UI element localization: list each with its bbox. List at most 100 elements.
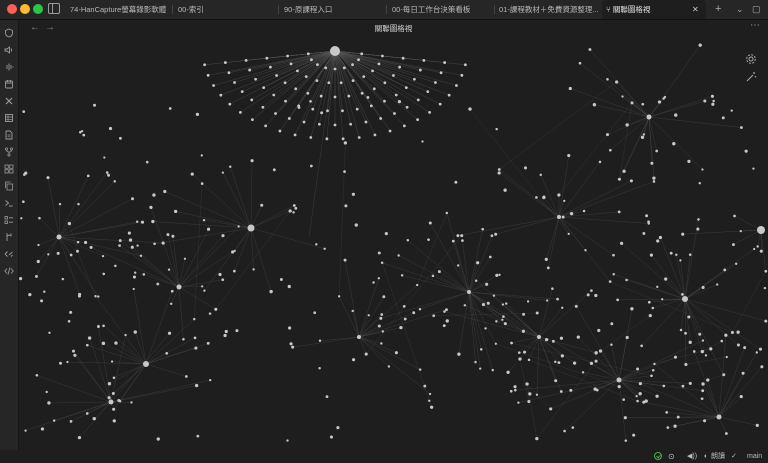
graph-node[interactable] (92, 416, 96, 421)
graph-node[interactable] (652, 176, 656, 180)
graph-node[interactable] (739, 229, 742, 233)
graph-node[interactable] (597, 328, 601, 333)
graph-node[interactable] (622, 398, 625, 401)
graph-node[interactable] (233, 81, 236, 84)
graph-node[interactable] (194, 346, 198, 350)
graph-node[interactable] (56, 234, 62, 240)
graph-settings-icon[interactable] (745, 52, 757, 64)
graph-node[interactable] (380, 342, 383, 345)
graph-node[interactable] (688, 253, 692, 256)
graph-node[interactable] (681, 293, 684, 296)
graph-node[interactable] (476, 261, 480, 265)
graph-node[interactable] (698, 332, 702, 336)
speaker-icon[interactable]: ◖ (703, 450, 707, 463)
graph-node[interactable] (664, 277, 668, 281)
sync-status-icon[interactable] (654, 452, 662, 460)
graph-node[interactable] (574, 304, 578, 308)
graph-node[interactable] (494, 232, 498, 236)
graph-node[interactable] (557, 215, 561, 219)
graph-node[interactable] (149, 205, 153, 210)
graph-node[interactable] (326, 109, 329, 113)
graph-node[interactable] (608, 280, 612, 283)
graph-node[interactable] (387, 365, 391, 368)
graph-node[interactable] (423, 384, 427, 388)
graph-node[interactable] (527, 400, 531, 404)
graph-node[interactable] (622, 169, 626, 173)
graph-node[interactable] (36, 259, 40, 264)
graph-node[interactable] (40, 299, 44, 303)
graph-node[interactable] (523, 166, 528, 170)
graph-node[interactable] (592, 103, 597, 107)
graph-node[interactable] (676, 415, 680, 419)
graph-node[interactable] (439, 71, 443, 75)
graph-node[interactable] (535, 311, 539, 315)
graph-node[interactable] (764, 269, 768, 273)
graph-node[interactable] (206, 227, 211, 231)
graph-node[interactable] (698, 182, 701, 185)
graph-node[interactable] (193, 336, 197, 340)
graph-node[interactable] (388, 129, 392, 133)
fork-icon[interactable] (3, 146, 15, 158)
graph-node[interactable] (554, 360, 557, 364)
graph-node[interactable] (190, 172, 194, 176)
graph-node[interactable] (479, 348, 483, 351)
graph-node[interactable] (620, 241, 624, 245)
graph-node[interactable] (397, 100, 402, 104)
graph-node[interactable] (733, 214, 736, 218)
graph-node[interactable] (351, 358, 356, 362)
graph-node[interactable] (743, 346, 747, 350)
graph-node[interactable] (688, 381, 692, 385)
graph-node[interactable] (701, 168, 704, 171)
graph-node[interactable] (24, 429, 27, 432)
graph-node[interactable] (560, 354, 564, 358)
graph-node[interactable] (517, 401, 520, 404)
graph-node[interactable] (152, 193, 156, 197)
graph-node[interactable] (755, 423, 759, 427)
graph-node[interactable] (551, 287, 554, 290)
tab-hancapture[interactable]: 74-HanCapture螢幕錄影軟體 (70, 0, 170, 19)
graph-node[interactable] (107, 382, 112, 386)
graph-node[interactable] (644, 399, 648, 403)
graph-node[interactable] (128, 238, 133, 242)
graph-node[interactable] (362, 75, 366, 79)
graph-node[interactable] (252, 268, 255, 271)
graph-node[interactable] (102, 324, 105, 328)
graph-node[interactable] (113, 180, 116, 183)
graph-node[interactable] (624, 439, 628, 442)
graph-node[interactable] (681, 232, 685, 236)
graph-node[interactable] (22, 110, 26, 114)
graph-node[interactable] (373, 133, 377, 137)
graph-node[interactable] (139, 254, 143, 258)
graph-node[interactable] (77, 436, 82, 440)
graph-node[interactable] (344, 204, 348, 208)
magic-wand-icon[interactable] (745, 70, 757, 82)
graph-node[interactable] (463, 304, 467, 307)
graph-node[interactable] (467, 290, 471, 294)
graph-node[interactable] (333, 67, 337, 71)
graph-node[interactable] (77, 294, 81, 298)
graph-node[interactable] (711, 102, 715, 106)
graph-node[interactable] (69, 253, 73, 257)
graph-node[interactable] (224, 329, 228, 334)
graph-node[interactable] (661, 298, 664, 301)
graph-node[interactable] (701, 339, 705, 342)
graph-node[interactable] (586, 293, 590, 297)
graph-node[interactable] (696, 227, 700, 231)
graph-node[interactable] (306, 52, 310, 56)
graph-node[interactable] (364, 120, 368, 124)
graph-node[interactable] (428, 392, 432, 396)
graph-node[interactable] (486, 301, 490, 305)
graph-node[interactable] (268, 65, 272, 69)
graph-node[interactable] (404, 86, 408, 89)
graph-node[interactable] (494, 342, 497, 345)
graph-node[interactable] (317, 122, 321, 126)
graph-node[interactable] (221, 278, 225, 282)
graph-node[interactable] (43, 290, 46, 293)
graph-node[interactable] (576, 335, 580, 339)
graph-node[interactable] (357, 335, 361, 339)
tools-icon[interactable] (3, 95, 15, 107)
graph-node[interactable] (228, 102, 232, 106)
graph-node[interactable] (656, 285, 659, 289)
new-tab-button[interactable]: + (715, 0, 721, 19)
more-options-button[interactable]: ⋯ (750, 20, 760, 31)
